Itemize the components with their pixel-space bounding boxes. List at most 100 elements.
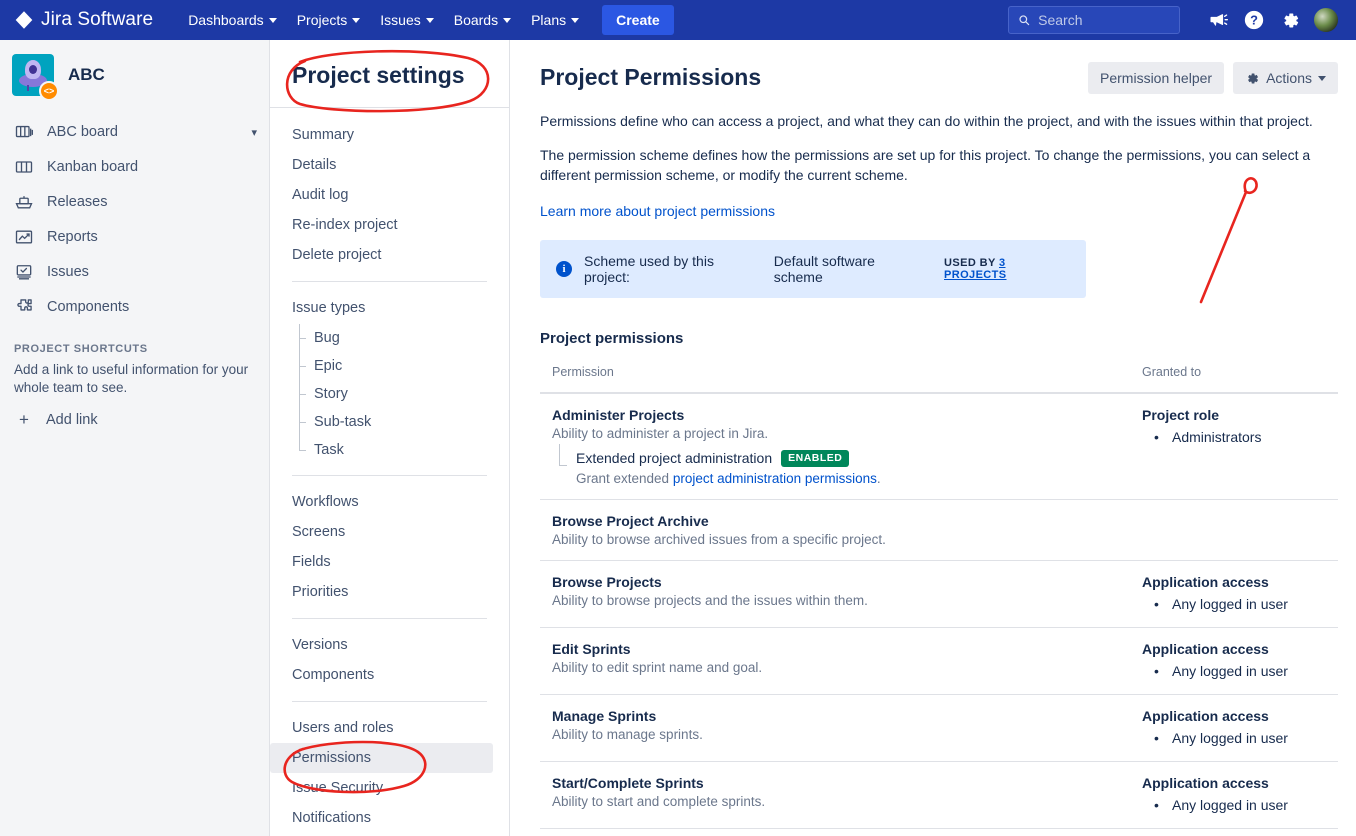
project-header[interactable]: <> ABC [0, 40, 269, 114]
sidebar-item-reports[interactable]: Reports [0, 220, 269, 254]
settings-menu-list: Summary Details Audit log Re-index proje… [270, 108, 509, 833]
project-sidebar: <> ABC ABC board ▾ Kanban board Releases [0, 40, 270, 836]
settings-item-users-and-roles[interactable]: Users and roles [270, 713, 493, 743]
granted-to-title: Project role [1142, 407, 1220, 423]
settings-item-versions[interactable]: Versions [270, 630, 493, 660]
table-body: Administer Projects Ability to administe… [540, 393, 1338, 829]
project-ufo-avatar: <> [12, 54, 59, 101]
settings-item-details[interactable]: Details [270, 150, 493, 180]
issue-type-story[interactable]: Story [299, 380, 493, 408]
settings-item-audit-log[interactable]: Audit log [270, 180, 493, 210]
page-body: <> ABC ABC board ▾ Kanban board Releases [0, 40, 1356, 836]
used-by-group: USED BY 3 PROJECTS [944, 257, 1070, 281]
jira-brand[interactable]: Jira Software [14, 9, 153, 31]
user-avatar-button[interactable] [1310, 4, 1342, 36]
extended-admin-desc-suffix: . [876, 470, 881, 486]
issue-type-epic[interactable]: Epic [299, 352, 493, 380]
issue-type-task[interactable]: Task [299, 436, 493, 464]
nav-item-plans-label: Plans [531, 12, 567, 28]
reports-chart-icon [15, 230, 33, 244]
nav-item-boards[interactable]: Boards [445, 6, 520, 34]
permission-description: Ability to manage sprints. [552, 726, 703, 742]
settings-item-issue-security[interactable]: Issue Security [270, 773, 493, 803]
issue-type-bug[interactable]: Bug [299, 324, 493, 352]
settings-item-permissions[interactable]: Permissions [270, 743, 493, 773]
nav-item-projects[interactable]: Projects [288, 6, 370, 34]
extended-admin-row: Extended project administration ENABLED [576, 450, 1130, 467]
table-header-row: Permission Granted to [540, 365, 1338, 394]
granted-to-list: Any logged in user [1142, 594, 1338, 614]
granted-to-cell [1130, 499, 1338, 561]
releases-ship-icon [15, 196, 33, 209]
settings-item-workflows[interactable]: Workflows [270, 487, 493, 517]
code-badge-icon: <> [39, 81, 59, 101]
settings-item-summary[interactable]: Summary [270, 120, 493, 150]
nav-item-dashboards[interactable]: Dashboards [179, 6, 286, 34]
nav-item-issues[interactable]: Issues [371, 6, 442, 34]
chevron-down-icon[interactable]: ▾ [251, 126, 257, 139]
settings-button[interactable] [1274, 4, 1306, 36]
help-button[interactable]: ? [1238, 4, 1270, 36]
permission-description: Ability to start and complete sprints. [552, 793, 766, 809]
permissions-description-2: The permission scheme defines how the pe… [540, 147, 1311, 183]
search-box[interactable] [1008, 6, 1180, 34]
granted-to-list: Any logged in user [1142, 661, 1338, 681]
permission-name: Browse Project Archive [552, 512, 709, 529]
actions-button[interactable]: Actions [1233, 62, 1338, 94]
settings-item-screens[interactable]: Screens [270, 517, 493, 547]
settings-item-components[interactable]: Components [270, 660, 493, 690]
search-icon [1019, 15, 1030, 26]
announcements-button[interactable] [1202, 4, 1234, 36]
sidebar-item-abc-board[interactable]: ABC board ▾ [0, 115, 269, 149]
page-title-project-settings: Project settings [292, 62, 465, 88]
sidebar-item-reports-label: Reports [47, 229, 98, 245]
granted-to-cell: Project role Administrators [1130, 393, 1338, 500]
granted-to-cell: Application access Any logged in user [1130, 627, 1338, 695]
chevron-down-icon [352, 17, 361, 23]
permission-name: Manage Sprints [552, 707, 657, 724]
settings-item-fields[interactable]: Fields [270, 547, 493, 577]
avatar [1313, 7, 1339, 33]
settings-item-priorities[interactable]: Priorities [270, 577, 493, 607]
gear-icon [1248, 73, 1259, 83]
chevron-down-icon [268, 17, 277, 23]
permission-description: Ability to administer a project in Jira. [552, 426, 769, 441]
permission-helper-button[interactable]: Permission helper [1088, 62, 1225, 94]
learn-more-link[interactable]: Learn more about project permissions [540, 203, 775, 219]
project-administration-permissions-link[interactable]: project administration permissions [673, 471, 877, 486]
sidebar-item-releases[interactable]: Releases [0, 185, 269, 219]
menu-divider [292, 701, 487, 702]
status-badge: ENABLED [781, 450, 850, 467]
sidebar-item-kanban-board[interactable]: Kanban board [0, 150, 269, 184]
permission-cell: Edit Sprints Ability to edit sprint name… [540, 627, 1130, 695]
settings-item-reindex-project[interactable]: Re-index project [270, 210, 493, 240]
project-shortcuts-description: Add a link to useful information for you… [14, 362, 249, 395]
page-title: Project Permissions [540, 64, 762, 90]
issue-type-sub-task[interactable]: Sub-task [299, 408, 493, 436]
add-link-button[interactable]: + Add link [0, 397, 269, 435]
nav-item-plans[interactable]: Plans [522, 6, 588, 34]
extended-admin-desc-prefix: Grant extended [576, 470, 673, 486]
search-input[interactable] [1038, 12, 1170, 28]
permission-cell: Browse Project Archive Ability to browse… [540, 499, 1130, 561]
settings-item-delete-project[interactable]: Delete project [270, 240, 493, 270]
settings-item-issue-types[interactable]: Issue types [270, 293, 493, 323]
sidebar-item-issues[interactable]: Issues [0, 255, 269, 289]
extended-admin-block: Extended project administration ENABLED … [552, 444, 1130, 486]
nav-item-boards-label: Boards [453, 12, 499, 28]
chevron-down-icon [425, 17, 434, 23]
sidebar-item-components[interactable]: Components [0, 290, 269, 324]
ufo-window-shape [29, 65, 37, 74]
granted-to-title: Application access [1142, 573, 1269, 590]
header-button-group: Permission helper Actions [1088, 62, 1338, 94]
used-by-label: USED BY [944, 257, 996, 269]
permissions-description-1: Permissions define who can access a proj… [540, 113, 1313, 129]
menu-divider [292, 475, 487, 476]
project-shortcuts-heading: PROJECT SHORTCUTS [14, 343, 148, 355]
scheme-banner-prefix: Scheme used by this project: [584, 253, 714, 285]
project-permissions-table: Permission Granted to Administer Project… [540, 365, 1338, 829]
settings-item-notifications[interactable]: Notifications [270, 803, 493, 833]
granted-to-item: Any logged in user [1154, 661, 1338, 681]
create-button[interactable]: Create [602, 5, 674, 35]
section-title-project-permissions: Project permissions [540, 330, 684, 347]
